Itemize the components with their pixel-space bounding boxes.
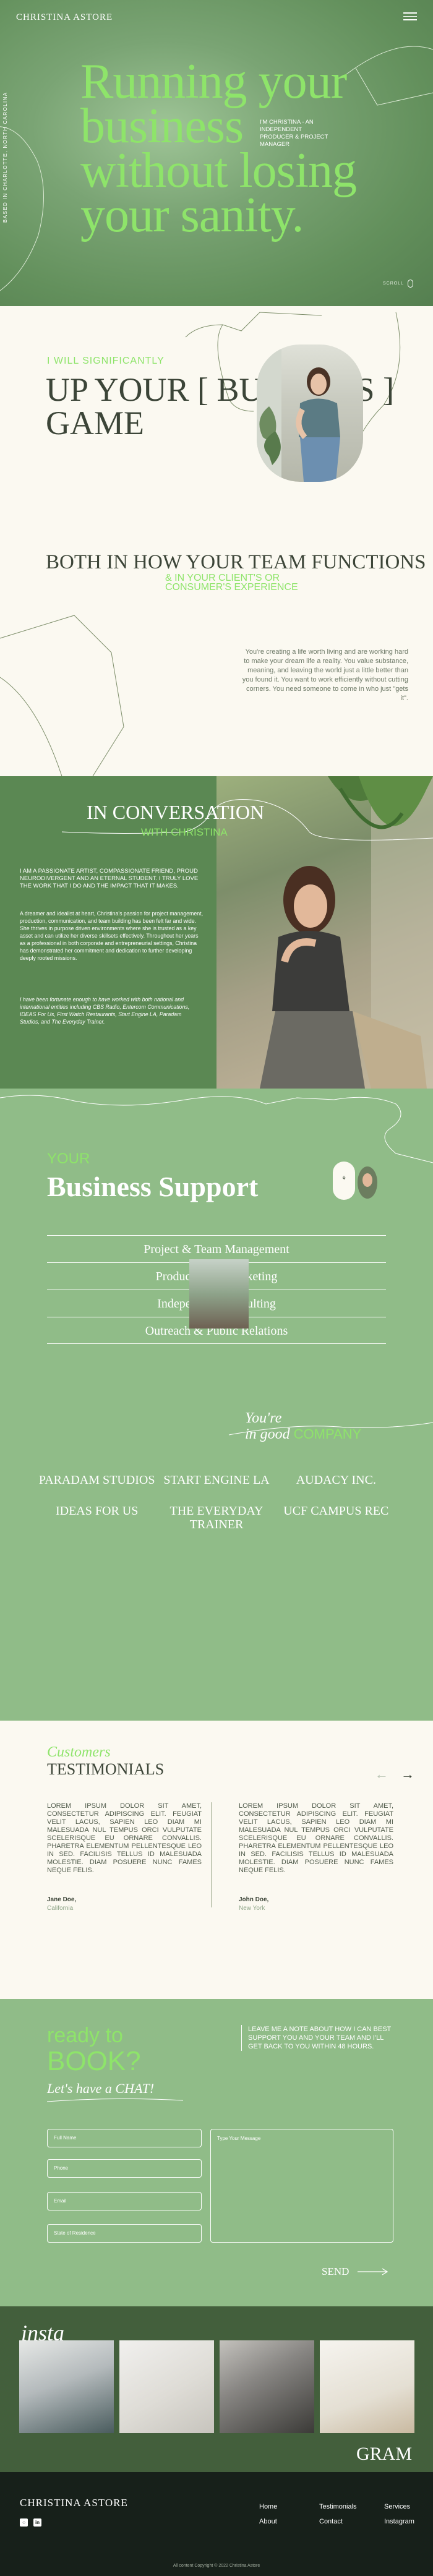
conversation-subtitle: WITH CHRISTINA xyxy=(141,826,228,838)
significant-section: I WILL SIGNIFICANTLY UP YOUR [ BUSINESS … xyxy=(0,306,433,776)
location-vertical-text: BASED IN CHARLOTTE, NORTH CAROLINA xyxy=(2,92,8,223)
message-field[interactable]: Type Your Message xyxy=(210,2129,393,2243)
good-company-heading: You're in good COMPANY xyxy=(245,1410,361,1442)
instagram-grid xyxy=(19,2340,414,2433)
client-name: IDEAS FOR US xyxy=(55,1504,139,1518)
instagram-photo[interactable] xyxy=(19,2340,114,2433)
testimonial-text: LOREM IPSUM DOLOR SIT AMET, CONSECTETUR … xyxy=(239,1802,393,1874)
client-experience-heading: & IN YOUR CLIENT'S OR CONSUMER'S EXPERIE… xyxy=(165,573,298,593)
youre-text: You're xyxy=(245,1410,282,1426)
gram-label: GRAM xyxy=(356,2444,413,2464)
hamburger-icon[interactable] xyxy=(403,10,417,23)
footer-link-contact[interactable]: Contact xyxy=(319,2518,343,2525)
carousel-arrows: ← → xyxy=(375,1766,414,1782)
testimonials-section: Customers TESTIMONIALS ← → LOREM IPSUM D… xyxy=(0,1721,433,1999)
full-name-field[interactable]: Full Name xyxy=(47,2129,202,2147)
support-title: Business Support xyxy=(47,1171,259,1202)
scroll-indicator[interactable]: SCROLL xyxy=(383,280,413,288)
client-name: START ENGINE LA xyxy=(163,1473,270,1487)
footer-logo[interactable]: CHRISTINA ASTORE xyxy=(20,2497,128,2509)
booking-title: ready to BOOK? xyxy=(47,2024,141,2076)
send-label: SEND xyxy=(322,2266,349,2277)
chat-heading: Let's have a CHAT! xyxy=(47,2081,155,2096)
site-footer: CHRISTINA ASTORE ○ in Home About Testimo… xyxy=(0,2472,433,2576)
arrow-left-icon[interactable]: ← xyxy=(375,1766,388,1782)
footer-link-services[interactable]: Services xyxy=(384,2503,410,2510)
ready-to-text: ready to xyxy=(47,2024,123,2047)
service-hover-image xyxy=(189,1259,249,1329)
arrow-right-icon[interactable]: → xyxy=(401,1766,414,1782)
site-logo[interactable]: CHRISTINA ASTORE xyxy=(16,12,113,23)
svg-text:⚘: ⚘ xyxy=(341,1175,346,1181)
hero-section: CHRISTINA ASTORE BASED IN CHARLOTTE, NOR… xyxy=(0,0,433,306)
testimonials-title: TESTIMONIALS xyxy=(47,1760,165,1778)
residence-field[interactable]: State of Residence xyxy=(47,2224,202,2243)
business-support-section: YOUR Business Support ⚘ Project & Team M… xyxy=(0,1089,433,1721)
hero-intro: I'M CHRISTINA - AN INDEPENDENT PRODUCER … xyxy=(260,119,328,148)
in-good-text: in good xyxy=(245,1426,290,1442)
chat-underline xyxy=(47,2098,183,2102)
footer-link-testimonials[interactable]: Testimonials xyxy=(319,2503,357,2510)
booking-section: ready to BOOK? Let's have a CHAT! LEAVE … xyxy=(0,1999,433,2306)
portrait-illustration xyxy=(257,344,340,482)
phone-field[interactable]: Phone xyxy=(47,2159,202,2178)
scroll-label: SCROLL xyxy=(382,281,404,286)
arrow-right-icon xyxy=(358,2268,388,2275)
client-name: UCF CAMPUS REC xyxy=(283,1504,389,1518)
client-logos: PARADAM STUDIOS START ENGINE LA AUDACY I… xyxy=(37,1473,396,1531)
significant-pretitle: I WILL SIGNIFICANTLY xyxy=(47,356,165,366)
book-text: BOOK? xyxy=(47,2046,141,2076)
footer-link-home[interactable]: Home xyxy=(259,2503,277,2510)
conversation-section: IN CONVERSATION WITH CHRISTINA I AM A PA… xyxy=(0,776,433,1089)
instagram-photo[interactable] xyxy=(220,2340,314,2433)
conversation-clients: I have been fortunate enough to have wor… xyxy=(20,996,190,1025)
company-text: COMPANY xyxy=(293,1426,362,1442)
testimonial-author: John Doe, xyxy=(239,1896,269,1903)
business-game-title: UP YOUR [ BUSINESS ] GAME xyxy=(46,371,395,442)
send-button[interactable]: SEND xyxy=(322,2266,388,2278)
service-item[interactable]: Project & Team Management xyxy=(47,1235,386,1262)
testimonial-text: LOREM IPSUM DOLOR SIT AMET, CONSECTETUR … xyxy=(47,1802,202,1874)
support-badges: ⚘ xyxy=(333,1162,377,1200)
social-links: ○ in xyxy=(20,2518,41,2527)
significant-paragraph: You're creating a life worth living and … xyxy=(242,648,408,702)
testimonial-location: New York xyxy=(239,1905,265,1912)
instagram-photo[interactable] xyxy=(119,2340,214,2433)
testimonial-author: Jane Doe, xyxy=(47,1896,77,1903)
testimonials-pretitle: Customers xyxy=(47,1744,111,1760)
hero-title: Running your business without losing you… xyxy=(80,54,357,242)
team-functions-heading: BOTH IN HOW YOUR TEAM FUNCTIONS xyxy=(46,551,426,573)
client-name: PARADAM STUDIOS xyxy=(38,1473,155,1487)
conversation-title: IN CONVERSATION xyxy=(87,801,265,823)
mouse-icon xyxy=(408,280,413,288)
support-pretitle: YOUR xyxy=(47,1150,90,1167)
instagram-section: insta GRAM xyxy=(0,2306,433,2472)
instagram-photo[interactable] xyxy=(320,2340,414,2433)
client-name: THE EVERYDAY TRAINER xyxy=(169,1504,264,1531)
footer-link-instagram[interactable]: Instagram xyxy=(384,2518,414,2525)
booking-note: LEAVE ME A NOTE ABOUT HOW I CAN BEST SUP… xyxy=(241,2025,396,2051)
christina-portrait xyxy=(257,344,363,482)
instagram-icon[interactable]: ○ xyxy=(20,2518,28,2527)
footer-link-about[interactable]: About xyxy=(259,2518,277,2525)
testimonial-location: California xyxy=(47,1905,74,1912)
email-field[interactable]: Email xyxy=(47,2192,202,2210)
copyright: All content Copyright © 2022 Christina A… xyxy=(173,2564,260,2568)
client-name: AUDACY INC. xyxy=(296,1473,376,1487)
linkedin-icon[interactable]: in xyxy=(33,2518,41,2527)
conversation-intro: I AM A PASSIONATE ARTIST, COMPASSIONATE … xyxy=(20,868,199,889)
conversation-bio: A dreamer and idealist at heart, Christi… xyxy=(20,910,204,961)
